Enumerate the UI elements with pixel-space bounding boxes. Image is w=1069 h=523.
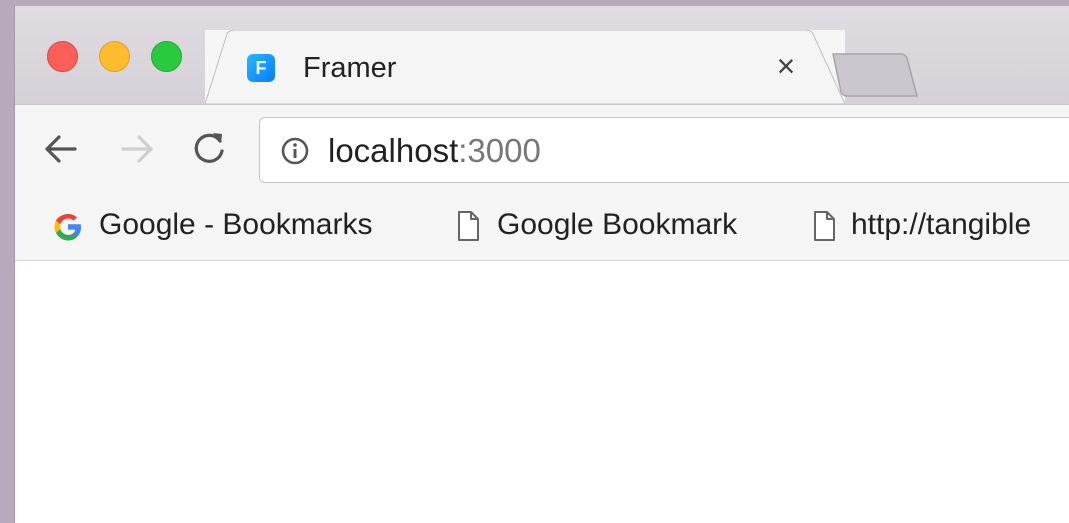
page-icon [458,211,479,241]
new-tab-button[interactable] [829,50,919,102]
reload-icon[interactable] [189,129,229,169]
bookmark-label: Google - Bookmarks [99,208,373,241]
close-window-button[interactable] [47,41,78,72]
bookmarks-bar: Google - Bookmarks Google Bookmark http:… [15,190,1069,261]
page-icon [814,211,835,241]
minimize-window-button[interactable] [99,41,130,72]
bookmark-label: http://tangible [851,208,1032,241]
toolbar: localhost:3000 [15,104,1069,191]
maximize-window-button[interactable] [151,41,182,72]
url-host: localhost [328,132,459,169]
info-icon[interactable] [280,136,310,166]
bookmark-label: Google Bookmark [497,208,738,241]
browser-window: F Framer × localhost:3000 Google - Bookm… [14,6,1069,523]
arrow-left-icon[interactable] [41,129,81,169]
google-g-icon [54,214,81,241]
url-port: :3000 [458,132,541,169]
tab-title: Framer [303,52,397,84]
page-content [15,261,1069,523]
title-bar: F Framer × [15,6,1069,104]
tab-shape [205,30,845,104]
arrow-right-icon[interactable] [117,129,157,169]
url-text[interactable]: localhost:3000 [328,132,541,170]
tab-close-icon[interactable]: × [768,48,804,84]
tab-framer[interactable]: F Framer × [205,30,845,104]
framer-logo-icon: F [247,54,275,82]
address-bar[interactable]: localhost:3000 [259,117,1069,183]
